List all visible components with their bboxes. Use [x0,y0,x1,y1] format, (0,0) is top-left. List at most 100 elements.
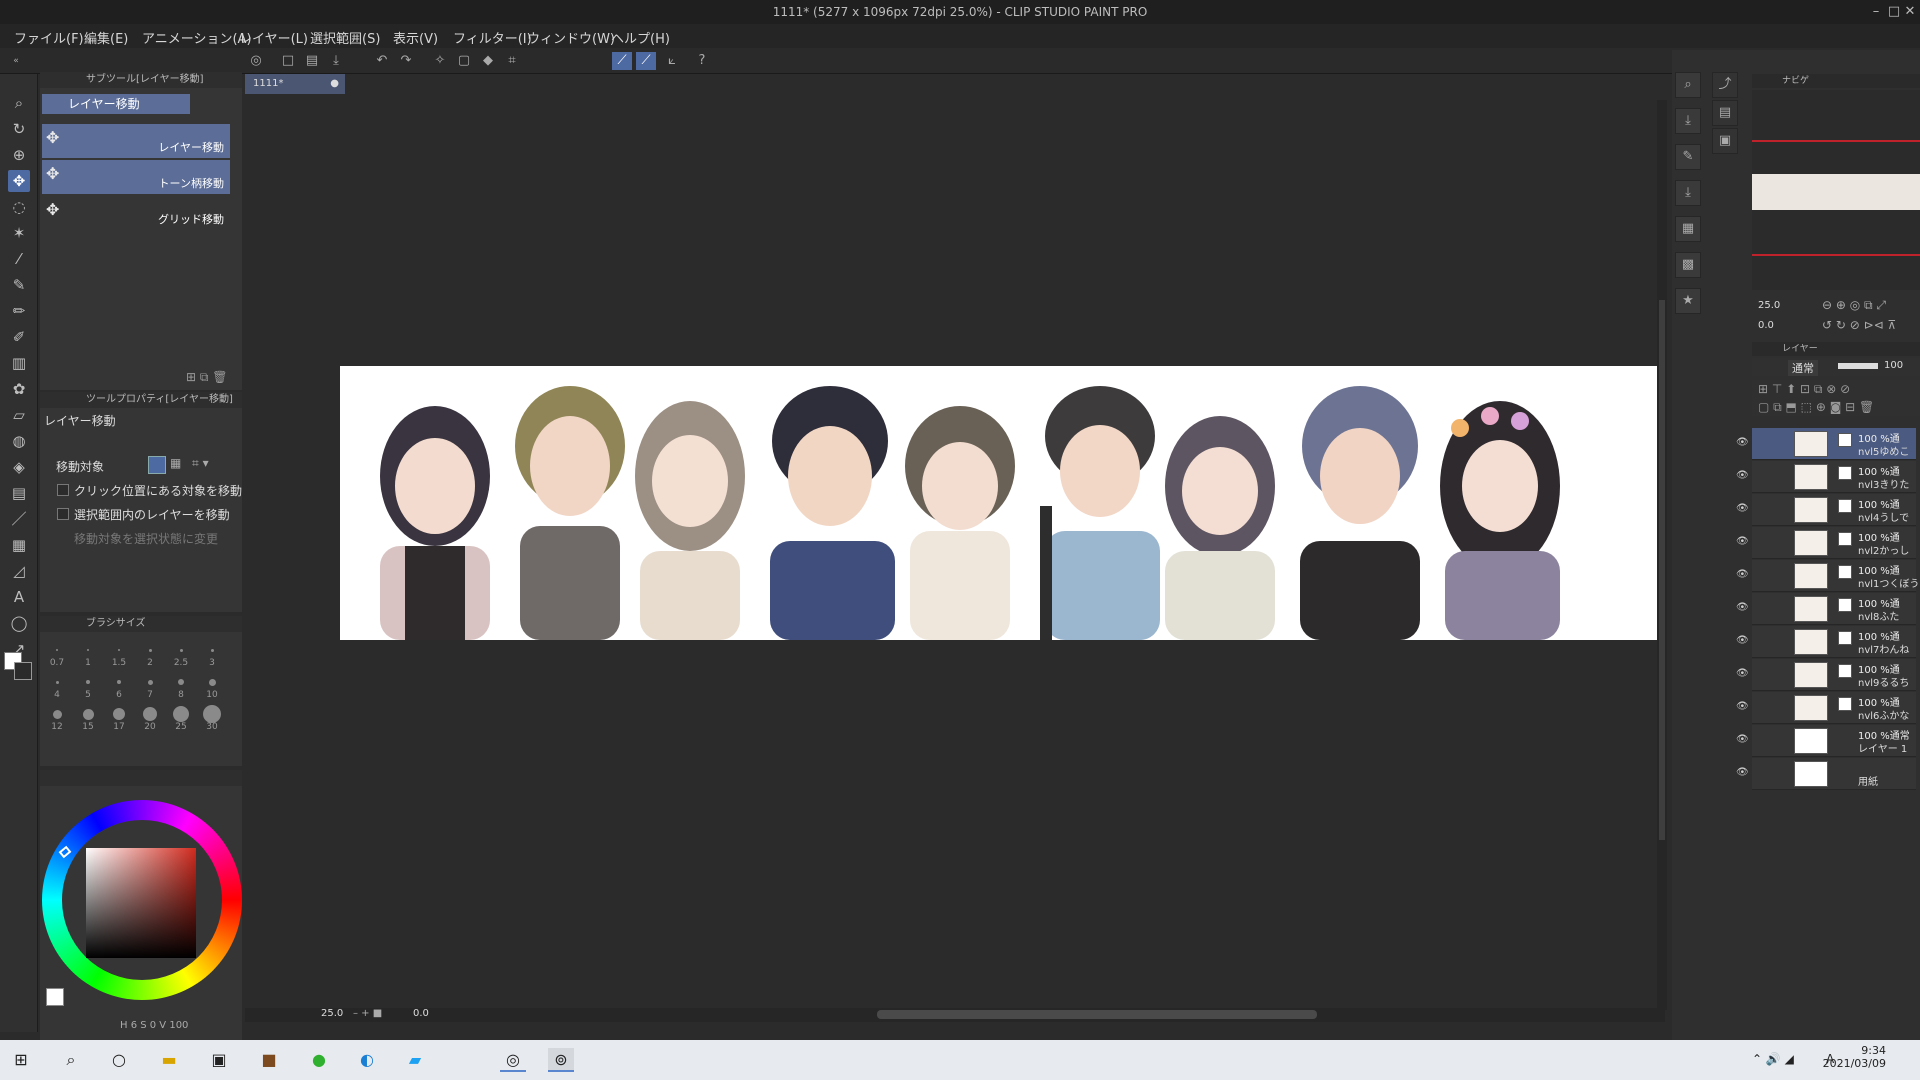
blend-mode-select[interactable]: 通常 [1788,360,1818,376]
layer-row[interactable]: 👁 100 %通 nvl9るるち [1736,659,1916,691]
menu-layer[interactable]: レイヤー(L) [239,28,308,47]
fill-icon[interactable]: ◆ [478,52,498,70]
angle-readout[interactable]: 0.0 [413,1008,429,1019]
figure-tool-icon[interactable]: ／ [8,508,30,530]
minimize-button[interactable]: – [1866,2,1886,22]
layer-panel-header[interactable]: レイヤー [1752,342,1920,356]
menu-file[interactable]: ファイル(F) [14,28,84,47]
edit-icon[interactable]: ✎ [1675,144,1701,170]
cortana-icon[interactable]: ○ [106,1048,132,1072]
brush-size-dot[interactable] [179,648,183,652]
line-icon[interactable]: ● [306,1048,332,1072]
vertical-scroll-thumb[interactable] [1659,300,1665,840]
undo-icon[interactable]: ↶ [372,52,392,70]
search-icon[interactable]: ⌕ [1675,72,1701,98]
eye-icon[interactable]: 👁 [1736,635,1749,646]
brush-size-dot[interactable] [55,680,59,684]
menu-selection[interactable]: 選択範囲(S) [310,28,380,47]
transform-icon[interactable]: ✧ [430,52,450,70]
rotate-tool-icon[interactable]: ↻ [8,118,30,140]
eye-icon[interactable]: 👁 [1736,569,1749,580]
brush-size-dot[interactable] [87,649,89,651]
layer-toolbar[interactable]: ⊞ ⊤ ⬆ ⊡ ⧉ ⊗ ⊘ ▢ ⧉ ⬒ ⬚ ⊕ ◙ ⊟ 🗑 [1752,380,1920,416]
layer-row[interactable]: 👁 100 %通 nvl3きりた [1736,461,1916,493]
target-layer-toggle[interactable] [148,456,166,474]
edge-icon[interactable]: ◐ [354,1048,380,1072]
layer-mask-icon[interactable] [1838,664,1852,678]
layer-mask-icon[interactable] [1838,499,1852,513]
operation-tool-icon[interactable]: ⊕ [8,144,30,166]
layer-mask-icon[interactable] [1838,631,1852,645]
pen-tool-icon[interactable]: ✎ [8,274,30,296]
layer-mask-icon[interactable] [1838,532,1852,546]
zoom-tool-icon[interactable]: ⌕ [8,92,30,114]
brush-size-dot[interactable] [143,707,157,721]
balloon-tool-icon[interactable]: ◯ [8,612,30,634]
brush-size-dot[interactable] [117,680,121,684]
layer-mask-icon[interactable] [1838,697,1852,711]
brush-size-dot[interactable] [173,706,189,722]
navigator-rotate-controls[interactable]: ↺ ↻ ⊘ ⊳⊲ ⊼ [1822,318,1896,332]
layer-row[interactable]: 👁 100 %通 nvl5ゆめこ [1736,428,1916,460]
help-icon[interactable]: ? [692,52,712,70]
layer-row[interactable]: 👁 100 %通 nvl6ふかな [1736,692,1916,724]
eye-icon[interactable]: 👁 [1736,668,1749,679]
eye-icon[interactable]: 👁 [1736,701,1749,712]
subtool-group-tab[interactable]: レイヤー移動 [42,94,190,114]
menu-help[interactable]: ヘルプ(H) [611,28,670,47]
layer-row[interactable]: 👁 100 %通 nvl4うしで [1736,494,1916,526]
clear-icon[interactable]: ▢ [454,52,474,70]
layer-row[interactable]: 👁 100 %通 nvl7わんね [1736,626,1916,658]
twitter-icon[interactable]: ▰ [402,1048,428,1072]
brush-size-dot[interactable] [210,648,214,652]
grid-icon[interactable]: ▦ [1675,216,1701,242]
crop-icon[interactable]: ⌗ [502,52,522,70]
eye-icon[interactable]: 👁 [1736,734,1749,745]
download-icon[interactable]: ⤓ [1675,108,1701,134]
opacity-slider[interactable] [1838,363,1878,369]
store-icon[interactable]: ▣ [206,1048,232,1072]
subtool-item-tone-move[interactable]: ✥ トーン柄移動 [42,160,230,194]
eye-icon[interactable]: 👁 [1736,470,1749,481]
color-panel-tabs[interactable] [40,770,242,786]
selection-layer-checkbox[interactable] [57,508,69,520]
brush-size-dot[interactable] [208,678,216,686]
eye-icon[interactable]: 👁 [1736,437,1749,448]
ruler-tool-icon[interactable]: ◿ [8,560,30,582]
clip-studio-paint-taskbar-icon[interactable]: ⊚ [548,1048,574,1072]
star-icon[interactable]: ★ [1675,288,1701,314]
snap-grid-icon[interactable]: ⟀ [662,52,682,70]
windows-start-icon[interactable]: ⊞ [8,1048,34,1072]
snap-ruler-icon[interactable]: ⟋ [612,52,632,70]
open-file-icon[interactable]: ▤ [302,52,322,70]
pencil-tool-icon[interactable]: ✏ [8,300,30,322]
nav-icon-2[interactable]: ▤ [1712,100,1738,126]
eye-icon[interactable]: 👁 [1736,536,1749,547]
navigator-zoom-controls[interactable]: ⊖ ⊕ ◎ ⧉ ⤢ [1822,298,1886,313]
fill-tool-icon[interactable]: ◈ [8,456,30,478]
taskbar-search-icon[interactable]: ⌕ [58,1048,84,1072]
brush-size-dot[interactable] [147,679,153,685]
magic-wand-tool-icon[interactable]: ✶ [8,222,30,244]
layer-row[interactable]: 👁 用紙 [1736,758,1916,790]
minecraft-icon[interactable]: ■ [256,1048,282,1072]
nav-icon-1[interactable]: ⤴ [1712,72,1738,98]
brush-size-dot[interactable] [82,708,94,720]
opacity-value[interactable]: 100 [1884,360,1903,371]
subtool-item-grid-move[interactable]: ✥ グリッド移動 [42,196,230,230]
vertical-scrollbar[interactable] [1657,100,1667,1010]
frame-tool-icon[interactable]: ▦ [8,534,30,556]
brush-size-dot[interactable] [52,709,62,719]
move-layer-tool-icon[interactable]: ✥ [8,170,30,192]
material-icon[interactable]: ▩ [1675,252,1701,278]
menu-edit[interactable]: 編集(E) [84,28,128,47]
menu-view[interactable]: 表示(V) [393,28,438,47]
brush-size-dot[interactable] [203,705,221,723]
eyedropper-tool-icon[interactable]: ⁄ [8,248,30,270]
zoom-controls[interactable]: – + ■ [353,1008,382,1019]
document-tab[interactable]: 1111* ● [245,74,345,94]
collapse-left-icon[interactable]: « [6,52,26,70]
text-tool-icon[interactable]: A [8,586,30,608]
brush-size-dot[interactable] [148,648,152,652]
navigator-thumbnail[interactable] [1752,174,1920,210]
